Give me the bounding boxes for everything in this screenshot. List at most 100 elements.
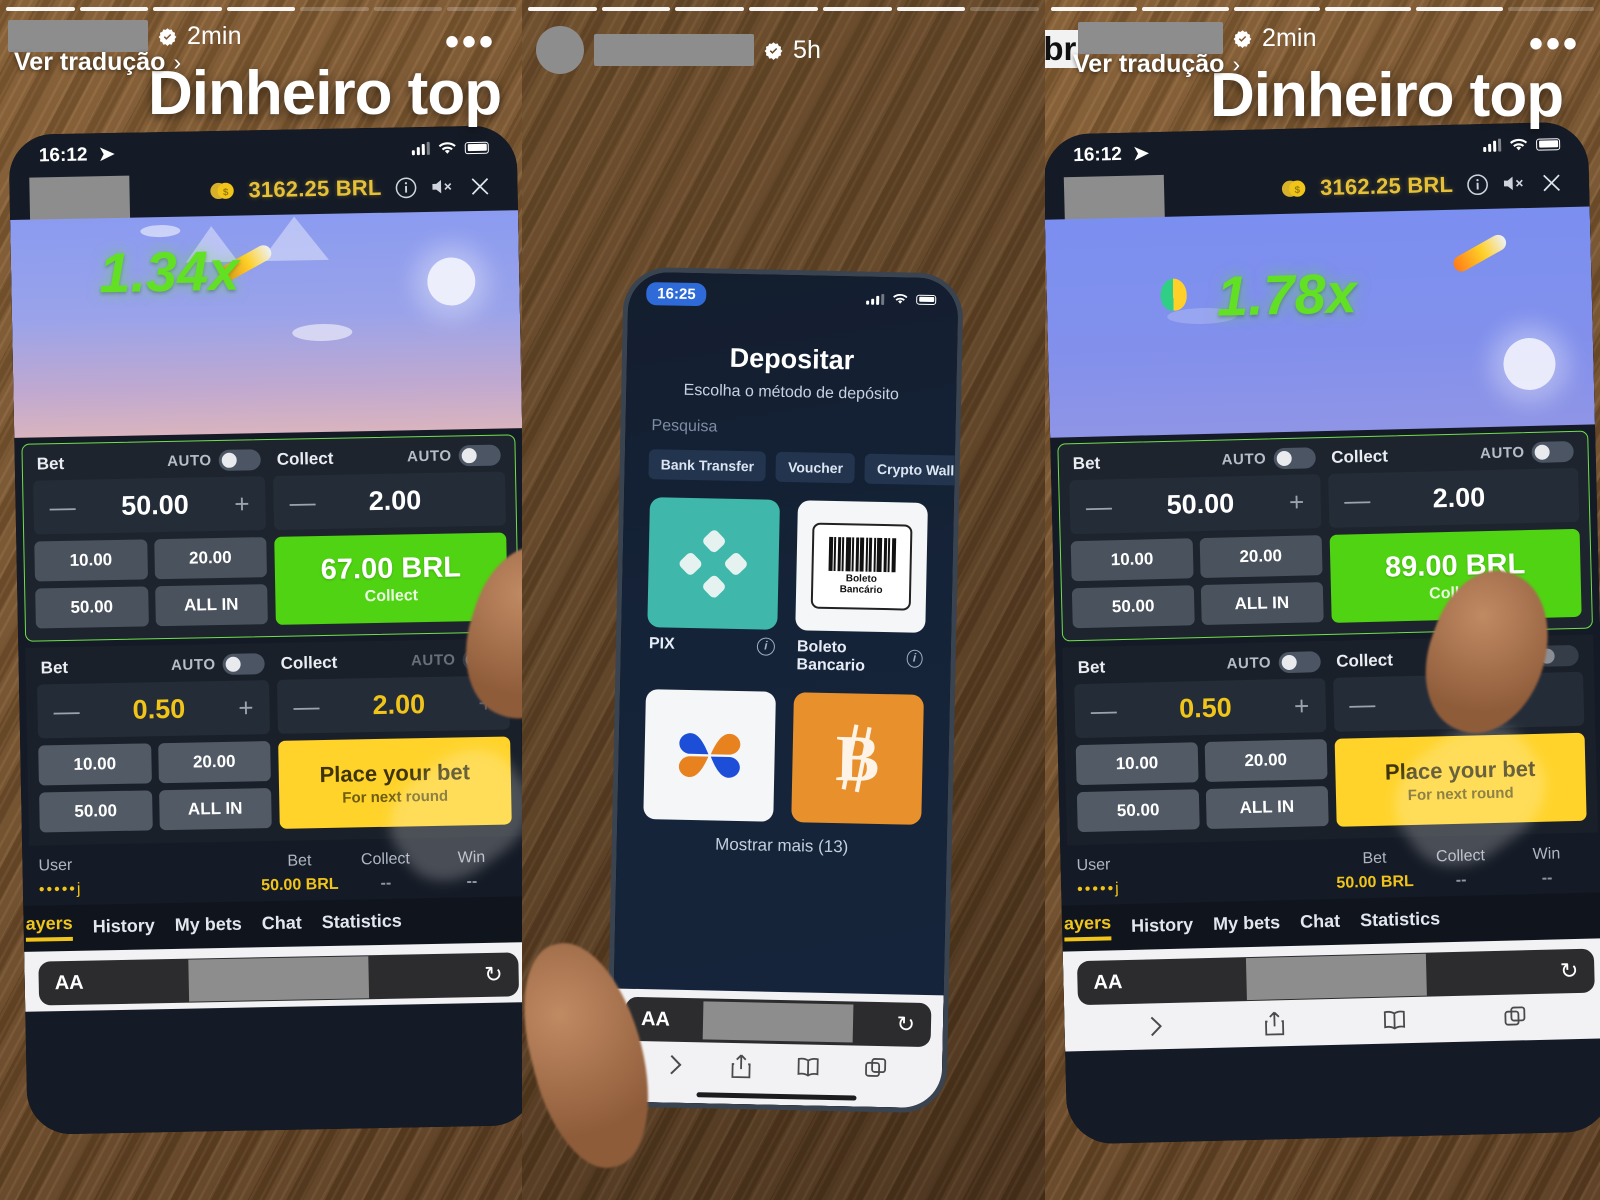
tab-chat[interactable]: Chat bbox=[1300, 910, 1341, 932]
speaker-mute-icon[interactable] bbox=[430, 175, 455, 197]
bitcoin-tile[interactable]: B bbox=[791, 692, 924, 825]
quick-amount-button[interactable]: 50.00 bbox=[1071, 585, 1195, 629]
auto-bet-toggle-group[interactable]: AUTO bbox=[167, 449, 261, 472]
tab-my-bets[interactable]: My bets bbox=[175, 913, 242, 935]
auto-collect-toggle-group[interactable]: AUTO bbox=[1480, 440, 1574, 464]
info-circle-icon[interactable] bbox=[394, 176, 417, 199]
text-size-button[interactable]: AA bbox=[641, 1008, 670, 1032]
forward-chevron-icon[interactable] bbox=[1147, 1013, 1168, 1039]
tab-chat[interactable]: Chat bbox=[262, 912, 302, 934]
book-icon[interactable] bbox=[796, 1054, 821, 1080]
chip-bank-transfer[interactable]: Bank Transfer bbox=[648, 449, 767, 482]
auto-label: AUTO bbox=[166, 452, 212, 470]
share-icon[interactable] bbox=[730, 1053, 753, 1079]
tabs-icon[interactable] bbox=[1503, 1004, 1528, 1031]
auto-bet-toggle-group[interactable]: AUTO bbox=[171, 653, 265, 676]
quick-amount-button[interactable]: 50.00 bbox=[39, 790, 153, 833]
bet-decrease-button[interactable]: — bbox=[49, 492, 76, 522]
tab-players[interactable]: ayers bbox=[25, 912, 73, 942]
bet-increase-button[interactable]: + bbox=[1294, 690, 1310, 720]
close-x-icon[interactable] bbox=[1540, 171, 1564, 195]
boleto-tile[interactable]: Boleto Bancário bbox=[795, 500, 928, 633]
see-translation-button[interactable]: Ver tradução › bbox=[14, 48, 181, 77]
quick-amount-button[interactable]: 10.00 bbox=[1075, 742, 1199, 786]
quick-amount-button[interactable]: 20.00 bbox=[157, 741, 271, 784]
auto-bet-toggle[interactable] bbox=[218, 449, 261, 471]
quick-amount-button[interactable]: 10.00 bbox=[34, 539, 148, 582]
text-size-button[interactable]: AA bbox=[1093, 971, 1122, 995]
quick-amount-button[interactable]: 20.00 bbox=[1199, 535, 1323, 579]
close-x-icon[interactable] bbox=[468, 174, 491, 197]
auto-collect-toggle-group[interactable]: AUTO bbox=[407, 444, 501, 468]
payment-method-boleto[interactable]: Boleto Bancário Boleto Bancario i bbox=[794, 500, 928, 677]
forward-chevron-icon[interactable] bbox=[666, 1052, 687, 1078]
story-more-options-button[interactable]: ••• bbox=[445, 22, 496, 62]
quick-amount-button[interactable]: ALL IN bbox=[158, 788, 272, 831]
pix-tile[interactable] bbox=[647, 497, 780, 630]
payment-method-pix[interactable]: PIX i bbox=[646, 497, 780, 674]
collect-decrease-button[interactable]: — bbox=[289, 487, 316, 517]
collect-decrease-button[interactable]: — bbox=[293, 691, 320, 721]
collect-decrease-button[interactable]: — bbox=[1344, 485, 1371, 516]
info-circle-icon[interactable]: i bbox=[906, 649, 923, 668]
bet-decrease-button[interactable]: — bbox=[1085, 491, 1112, 522]
auto-bet-toggle[interactable] bbox=[222, 653, 265, 675]
reload-icon[interactable]: ↻ bbox=[484, 962, 503, 988]
tab-players[interactable]: ayers bbox=[1063, 912, 1112, 942]
quick-amount-button[interactable]: 20.00 bbox=[1204, 739, 1328, 783]
tab-history[interactable]: History bbox=[93, 915, 155, 937]
chip-voucher[interactable]: Voucher bbox=[775, 451, 856, 484]
auto-bet-toggle-group[interactable]: AUTO bbox=[1226, 651, 1321, 674]
safari-url-bar[interactable]: AA ↻ bbox=[624, 996, 932, 1048]
info-circle-icon[interactable]: i bbox=[756, 637, 776, 656]
tab-statistics[interactable]: Statistics bbox=[1360, 908, 1441, 931]
bet-amount-stepper[interactable]: — 0.50 + bbox=[37, 680, 270, 739]
payment-method-bitcoin[interactable]: B bbox=[791, 692, 924, 825]
quick-amount-button[interactable]: 10.00 bbox=[38, 743, 152, 786]
bet-amount-stepper[interactable]: — 50.00 + bbox=[1069, 474, 1321, 535]
tabs-icon[interactable] bbox=[864, 1056, 889, 1082]
show-more-button[interactable]: Mostrar mais (13) bbox=[617, 833, 947, 860]
auto-collect-toggle[interactable] bbox=[458, 444, 501, 467]
quick-amount-button[interactable]: 10.00 bbox=[1070, 538, 1194, 582]
auto-collect-toggle[interactable] bbox=[1531, 440, 1574, 463]
reload-icon[interactable]: ↻ bbox=[896, 1011, 915, 1037]
story-more-options-button[interactable]: ••• bbox=[1529, 24, 1580, 64]
cellular-bars-icon bbox=[411, 141, 430, 156]
quick-amount-button[interactable]: 50.00 bbox=[35, 586, 149, 629]
quick-amount-button[interactable]: 50.00 bbox=[1076, 789, 1200, 833]
collect-decrease-button[interactable]: — bbox=[1349, 689, 1376, 720]
tab-my-bets[interactable]: My bets bbox=[1213, 912, 1281, 935]
book-icon[interactable] bbox=[1382, 1007, 1407, 1034]
tab-history[interactable]: History bbox=[1131, 914, 1194, 937]
payment-method-clover[interactable] bbox=[643, 689, 776, 822]
bet-decrease-button[interactable]: — bbox=[1090, 695, 1117, 726]
bet-increase-button[interactable]: + bbox=[234, 488, 250, 518]
auto-bet-toggle[interactable] bbox=[1277, 651, 1321, 674]
quick-amount-button[interactable]: ALL IN bbox=[1205, 786, 1329, 830]
tab-statistics[interactable]: Statistics bbox=[322, 910, 402, 933]
collect-multiplier-stepper[interactable]: — 2.00 + bbox=[273, 471, 507, 530]
speaker-mute-icon[interactable] bbox=[1502, 172, 1528, 195]
reload-icon[interactable]: ↻ bbox=[1560, 958, 1579, 984]
collect-multiplier-stepper[interactable]: — 2.00 + bbox=[1327, 467, 1580, 528]
safari-url-bar[interactable]: AA ↻ bbox=[38, 952, 520, 1006]
text-size-button[interactable]: AA bbox=[55, 971, 84, 995]
info-circle-icon[interactable] bbox=[1466, 172, 1490, 196]
bet-amount-stepper[interactable]: — 50.00 + bbox=[33, 476, 267, 535]
avatar[interactable] bbox=[536, 26, 584, 74]
bet-decrease-button[interactable]: — bbox=[53, 696, 80, 726]
chip-crypto-wallet[interactable]: Crypto Wallet bbox=[864, 453, 959, 487]
bet-increase-button[interactable]: + bbox=[1289, 487, 1305, 517]
auto-bet-toggle[interactable] bbox=[1272, 447, 1316, 470]
clover-tile[interactable] bbox=[643, 689, 776, 822]
bet-amount-stepper[interactable]: — 0.50 + bbox=[1074, 678, 1326, 739]
quick-amount-button[interactable]: ALL IN bbox=[154, 584, 268, 627]
progress-segment bbox=[822, 7, 892, 11]
bet-increase-button[interactable]: + bbox=[238, 692, 254, 722]
quick-amount-button[interactable]: ALL IN bbox=[1200, 582, 1324, 626]
auto-bet-toggle-group[interactable]: AUTO bbox=[1221, 447, 1316, 470]
quick-amount-button[interactable]: 20.00 bbox=[153, 537, 267, 580]
share-icon[interactable] bbox=[1263, 1010, 1286, 1037]
see-translation-button[interactable]: Ver tradução › bbox=[1073, 50, 1240, 79]
